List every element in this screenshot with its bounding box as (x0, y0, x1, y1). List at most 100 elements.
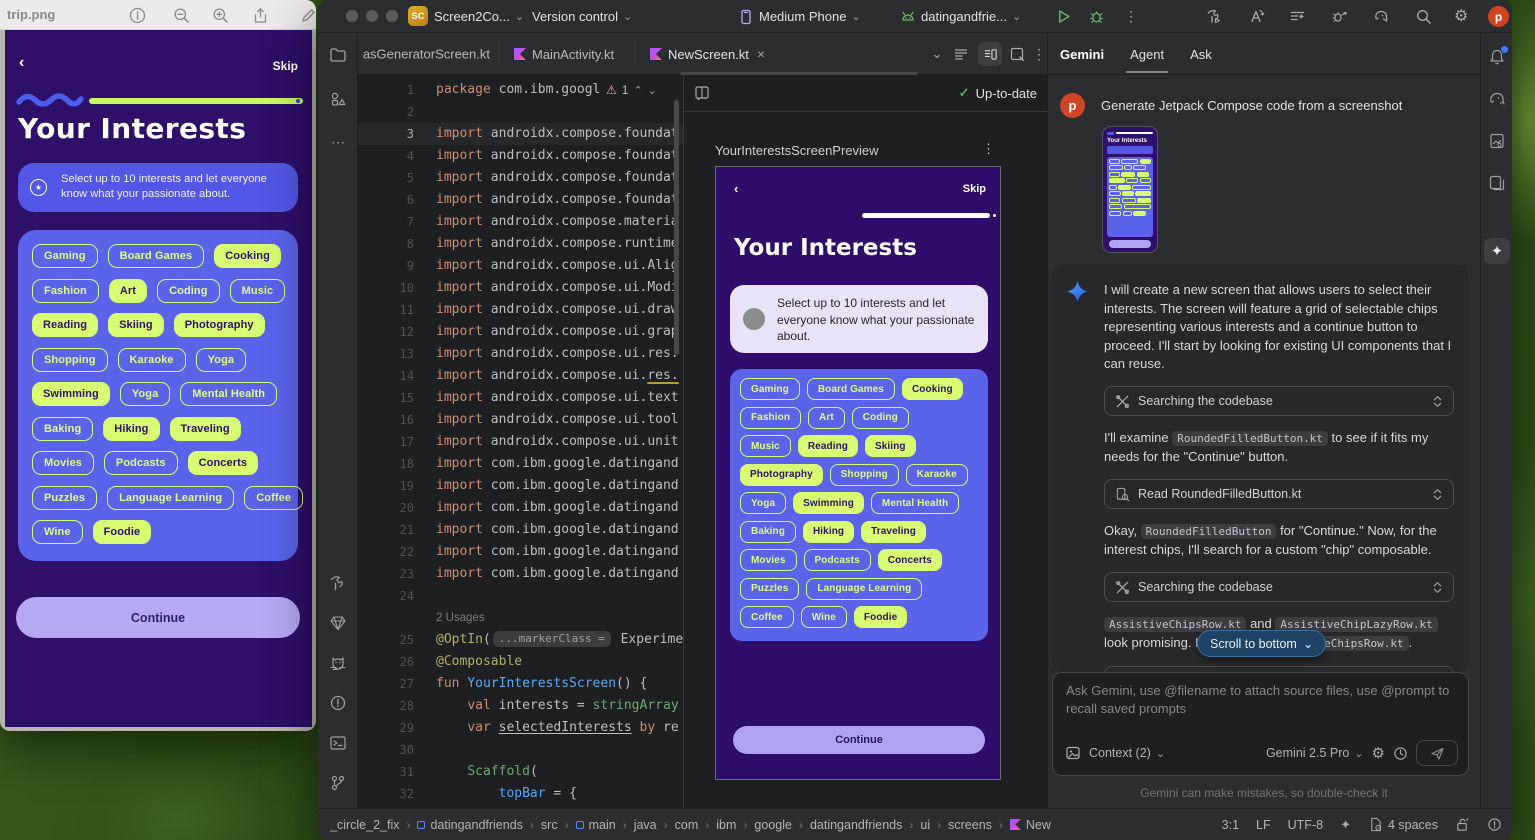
running-devices-icon[interactable] (1488, 132, 1506, 150)
ai-actions-icon[interactable] (1248, 8, 1265, 25)
code-line[interactable]: 11import androidx.compose.ui.draw (358, 299, 683, 321)
code-line[interactable]: 3import androidx.compose.foundat (358, 123, 683, 145)
code-editor[interactable]: 1package com.ibm.googl23import androidx.… (358, 79, 683, 808)
code-line[interactable]: 18import com.ibm.google.datingand (358, 453, 683, 475)
markup-pencil-icon[interactable] (300, 7, 317, 24)
project-folder-icon[interactable] (329, 46, 347, 64)
preview-options-icon[interactable]: ⋮ (982, 141, 995, 157)
line-number[interactable]: 16 (358, 409, 436, 431)
code-view-icon[interactable] (952, 45, 970, 63)
code-line[interactable]: 25@OptIn(...markerClass = Experiment (358, 629, 683, 651)
code-line[interactable]: 5import androidx.compose.foundat (358, 167, 683, 189)
code-line[interactable]: 10import androidx.compose.ui.Modi (358, 277, 683, 299)
breadcrumb-item[interactable]: datingandfriends (417, 818, 522, 832)
tab-options-icon[interactable]: ⋮ (1030, 45, 1048, 63)
line-number[interactable]: 9 (358, 255, 436, 277)
inspection-widget[interactable]: ⚠ 1 ⌃ ⌄ (606, 81, 657, 99)
run-configuration-selector[interactable]: datingandfrie...⌄ (900, 0, 1021, 33)
breadcrumb-item[interactable]: main (576, 818, 616, 832)
device-selector[interactable]: Medium Phone⌄ (738, 0, 861, 33)
code-line[interactable]: 29 var selectedInterests by re (358, 717, 683, 739)
code-line[interactable]: 14import androidx.compose.ui.res. (358, 365, 683, 387)
code-line[interactable]: 22import com.ibm.google.datingand (358, 541, 683, 563)
code-line[interactable]: 19import com.ibm.google.datingand (358, 475, 683, 497)
hidden-tabs-chevron-icon[interactable]: ⌄ (928, 45, 946, 63)
gemini-input-box[interactable]: Context (2) ⌄ Gemini 2.5 Pro ⌄ ⚙ (1052, 672, 1469, 776)
code-line[interactable]: 16import androidx.compose.ui.tool (358, 409, 683, 431)
model-selector[interactable]: Gemini 2.5 Pro ⌄ (1266, 746, 1364, 760)
more-tool-windows-icon[interactable]: ⋯ (329, 134, 347, 152)
minimize-window-button[interactable] (366, 10, 378, 22)
attach-image-icon[interactable] (1065, 745, 1081, 761)
zoom-in-icon[interactable] (212, 7, 229, 24)
tab-newscreen[interactable]: NewScreen.kt × (650, 33, 765, 75)
preview-file-icon[interactable] (1008, 45, 1026, 63)
build-tool-icon[interactable] (329, 574, 347, 592)
breadcrumb-item[interactable]: screens (948, 818, 992, 832)
breadcrumb-item[interactable]: New (1010, 818, 1051, 832)
breadcrumb-item[interactable]: _circle_2_fix (330, 818, 399, 832)
app-insights-gem-icon[interactable] (329, 614, 347, 632)
usages-hint[interactable]: 2 Usages (358, 607, 683, 629)
line-number[interactable]: 20 (358, 497, 436, 519)
scroll-to-bottom-button[interactable]: Scroll to bottom ⌄ (1197, 630, 1326, 657)
line-number[interactable]: 29 (358, 717, 436, 739)
attach-debugger-icon[interactable] (1331, 8, 1348, 25)
breadcrumb-item[interactable]: datingandfriends (810, 818, 902, 832)
debug-button[interactable] (1088, 8, 1105, 25)
line-number[interactable]: 32 (358, 783, 436, 805)
maximize-window-button[interactable] (386, 10, 398, 22)
tool-call-row[interactable]: Searching the codebase (1104, 386, 1454, 416)
attachment-thumbnail[interactable]: Your Interests (1102, 126, 1158, 253)
code-line[interactable]: 23import com.ibm.google.datingand (358, 563, 683, 585)
build-icon[interactable] (1206, 8, 1223, 25)
indent-widget[interactable]: 4 spaces (1368, 817, 1438, 832)
line-number[interactable]: 30 (358, 739, 436, 761)
line-number[interactable]: 17 (358, 431, 436, 453)
profile-avatar[interactable]: p (1488, 6, 1509, 27)
line-number[interactable]: 21 (358, 519, 436, 541)
code-line[interactable]: 24 (358, 585, 683, 607)
code-line[interactable]: 12import androidx.compose.ui.grap (358, 321, 683, 343)
settings-icon[interactable]: ⚙ (1454, 6, 1471, 23)
problems-indicator-icon[interactable] (1487, 817, 1502, 832)
info-icon[interactable] (129, 7, 146, 24)
line-number[interactable]: 11 (358, 299, 436, 321)
code-line[interactable]: 15import androidx.compose.ui.text (358, 387, 683, 409)
gemini-prompt-input[interactable] (1066, 682, 1458, 740)
more-actions-icon[interactable]: ⋮ (1124, 8, 1141, 25)
code-line[interactable]: 6import androidx.compose.foundat (358, 189, 683, 211)
line-number[interactable]: 2 (358, 101, 436, 123)
tab-agent[interactable]: Agent (1130, 47, 1164, 62)
context-dropdown[interactable]: Context (2) ⌄ (1089, 746, 1165, 760)
line-number[interactable]: 28 (358, 695, 436, 717)
resource-manager-icon[interactable] (329, 90, 347, 108)
editor-scrollbar[interactable] (674, 100, 679, 355)
code-line[interactable]: 28 val interests = stringArray (358, 695, 683, 717)
tool-call-row[interactable]: Read RoundedFilledButton.kt (1104, 479, 1454, 509)
breadcrumb-item[interactable]: ui (920, 818, 930, 832)
line-number[interactable]: 25 (358, 629, 436, 651)
breadcrumb-item[interactable]: ibm (716, 818, 736, 832)
line-number[interactable]: 18 (358, 453, 436, 475)
device-manager-icon[interactable] (1488, 174, 1506, 192)
line-number[interactable]: 5 (358, 167, 436, 189)
line-number[interactable]: 6 (358, 189, 436, 211)
prev-problem-icon[interactable]: ⌃ (633, 84, 642, 97)
line-number[interactable]: 13 (358, 343, 436, 365)
next-problem-icon[interactable]: ⌄ (648, 84, 657, 97)
gemini-settings-icon[interactable]: ⚙ (1372, 744, 1385, 762)
line-separator[interactable]: LF (1256, 818, 1271, 832)
line-number[interactable]: 3 (358, 123, 436, 145)
gemini-tool-icon[interactable]: ✦ (1484, 238, 1510, 264)
problems-icon[interactable] (329, 694, 347, 712)
line-number[interactable]: 19 (358, 475, 436, 497)
line-number[interactable]: 10 (358, 277, 436, 299)
local-history-icon[interactable] (1289, 8, 1306, 25)
close-window-button[interactable] (346, 10, 358, 22)
code-line[interactable]: 2 (358, 101, 683, 123)
close-tab-icon[interactable]: × (757, 46, 765, 62)
caret-position[interactable]: 3:1 (1222, 818, 1239, 832)
breadcrumb-item[interactable]: com (675, 818, 699, 832)
code-line[interactable]: 13import androidx.compose.ui.res. (358, 343, 683, 365)
